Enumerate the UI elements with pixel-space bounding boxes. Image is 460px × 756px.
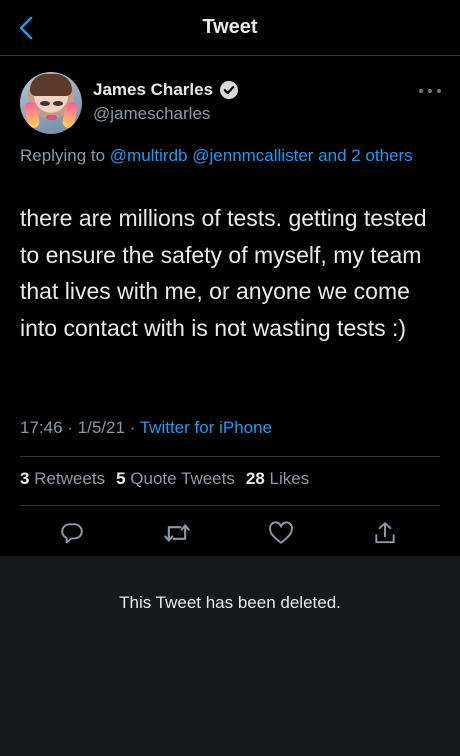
- tweet-text: there are millions of tests. getting tes…: [20, 205, 427, 341]
- tweet-date[interactable]: 1/5/21: [78, 418, 125, 437]
- likes-label: Likes: [269, 469, 310, 488]
- avatar[interactable]: [20, 72, 82, 134]
- more-icon: [419, 89, 423, 93]
- tweet-meta: 17:46 · 1/5/21 · Twitter for iPhone: [20, 418, 272, 438]
- like-button[interactable]: [265, 517, 297, 549]
- divider: [20, 456, 440, 457]
- avatar-hand-left: [23, 101, 41, 129]
- reply-button[interactable]: [56, 517, 88, 549]
- author-handle[interactable]: @jamescharles: [93, 104, 210, 124]
- replying-to: Replying to @multirdb @jennmcallister an…: [20, 143, 420, 168]
- retweets-count: 3: [20, 469, 30, 488]
- retweet-icon: [164, 524, 190, 542]
- tweet-time[interactable]: 17:46: [20, 418, 63, 437]
- avatar-eye-right: [53, 101, 63, 106]
- action-bar: [0, 513, 460, 553]
- mention-link[interactable]: @multirdb: [110, 146, 188, 165]
- replying-prefix: Replying to: [20, 146, 110, 165]
- more-options-button[interactable]: [419, 85, 441, 97]
- likes-stat[interactable]: 28 Likes: [246, 469, 309, 489]
- meta-separator: ·: [62, 418, 78, 437]
- deleted-message: This Tweet has been deleted.: [119, 593, 341, 612]
- mention-others-link[interactable]: and 2 others: [318, 146, 413, 165]
- quote-tweets-label: Quote Tweets: [130, 469, 235, 488]
- retweets-label: Retweets: [34, 469, 106, 488]
- author-name[interactable]: James Charles: [93, 80, 213, 100]
- mention-link[interactable]: @jennmcallister: [192, 146, 313, 165]
- avatar-lips: [46, 115, 57, 120]
- meta-separator: ·: [124, 418, 140, 437]
- avatar-eye-left: [40, 101, 50, 106]
- retweets-stat[interactable]: 3 Retweets: [20, 469, 105, 489]
- retweet-button[interactable]: [161, 517, 193, 549]
- more-icon-dot: [428, 89, 432, 93]
- top-bar: Tweet: [0, 0, 460, 56]
- avatar-hand-right: [61, 101, 79, 129]
- likes-count: 28: [245, 469, 265, 488]
- author-name-row[interactable]: James Charles: [93, 80, 239, 100]
- more-icon-dot: [437, 89, 441, 93]
- like-icon: [269, 521, 293, 544]
- share-icon: [375, 522, 395, 544]
- divider: [20, 505, 440, 506]
- quote-tweets-stat[interactable]: 5 Quote Tweets: [116, 469, 235, 489]
- tweet-source[interactable]: Twitter for iPhone: [140, 418, 272, 437]
- deleted-tweet-notice: This Tweet has been deleted.: [0, 556, 460, 756]
- avatar-hair: [30, 74, 72, 96]
- page-title: Tweet: [202, 16, 258, 38]
- reply-icon: [61, 523, 83, 544]
- share-button[interactable]: [369, 517, 401, 549]
- tweet-stats: 3 Retweets 5 Quote Tweets 28 Likes: [20, 469, 309, 489]
- quote-tweets-count: 5: [116, 469, 126, 488]
- verified-icon: [220, 81, 239, 99]
